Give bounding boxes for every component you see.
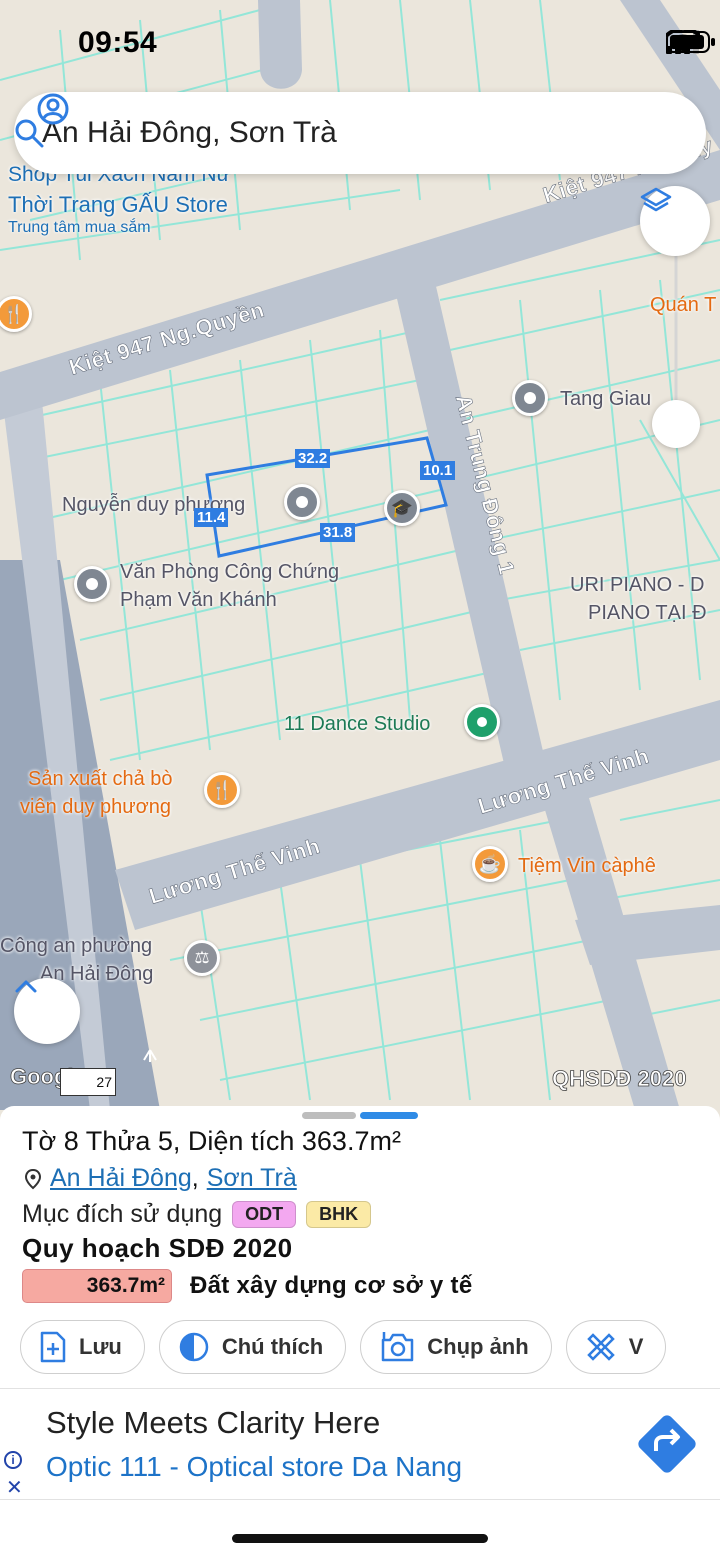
measure-label: V: [628, 1334, 644, 1359]
legend-button[interactable]: Chú thích: [158, 1320, 347, 1374]
poi-tiem-vin[interactable]: Tiệm Vin càphê: [518, 855, 656, 878]
location-pin-icon: [24, 1168, 42, 1189]
school-pin-icon[interactable]: 🎓: [384, 490, 420, 526]
poi-cong-an-line1[interactable]: Công an phường: [0, 935, 152, 958]
ad-title[interactable]: Style Meets Clarity Here: [46, 1405, 380, 1441]
location-separator: ,: [191, 1164, 199, 1192]
poi-shop-subtitle: Trung tâm mua sắm: [8, 219, 151, 236]
poi-tang-giau[interactable]: Tang Giau: [560, 388, 651, 411]
landuse-area: 363.7m²: [22, 1269, 172, 1303]
sheet-handle-right[interactable]: [360, 1112, 418, 1119]
search-text[interactable]: An Hải Đông, Sơn Trà: [42, 116, 337, 150]
search-bar[interactable]: An Hải Đông, Sơn Trà: [14, 92, 706, 174]
landuse-row: 363.7m² Đất xây dựng cơ sở y tế: [22, 1269, 473, 1303]
zoom-slider-handle[interactable]: [652, 400, 700, 448]
dance-studio-pin-icon[interactable]: [464, 704, 500, 740]
map-view[interactable]: 09:54 Shop Túi Xách Nam Nữ Thời Trang GẤ…: [0, 0, 720, 1110]
scale-indicator: 27: [60, 1068, 116, 1096]
ad-close-icon[interactable]: ✕: [6, 1475, 23, 1500]
ad-info-icon[interactable]: i: [4, 1451, 22, 1469]
layer-attribution: QHSDĐ 2020: [552, 1066, 687, 1092]
nguyen-duy-phuong-pin-icon[interactable]: [284, 484, 320, 520]
dimension-left: 11.4: [194, 508, 229, 527]
screenshot-button[interactable]: Chụp ảnh: [360, 1320, 552, 1374]
action-bar: Lưu Chú thích Chụp ảnh V: [20, 1320, 667, 1374]
poi-shop-line2[interactable]: Thời Trang GẤU Store: [8, 192, 228, 218]
plan-title: Quy hoạch SDĐ 2020: [22, 1233, 293, 1263]
layers-icon: [640, 187, 672, 212]
district-link[interactable]: Sơn Trà: [207, 1164, 297, 1193]
screenshot-label: Chụp ảnh: [427, 1334, 529, 1359]
search-icon[interactable]: [14, 118, 44, 148]
san-xuat-restaurant-pin-icon[interactable]: 🍴: [204, 772, 240, 808]
battery-icon: [666, 31, 715, 53]
save-button[interactable]: Lưu: [20, 1320, 145, 1374]
chevron-up-icon: [15, 980, 37, 993]
poi-dance-studio[interactable]: 11 Dance Studio: [284, 713, 430, 736]
cafe-pin-icon[interactable]: ☕: [472, 846, 508, 882]
directions-icon[interactable]: [634, 1411, 700, 1477]
measure-button[interactable]: V: [565, 1320, 667, 1374]
ruler-pencil-icon: [586, 1333, 615, 1361]
expand-button[interactable]: [14, 978, 80, 1044]
ad-subtitle[interactable]: Optic 111 - Optical store Da Nang: [46, 1451, 462, 1483]
parcel-info-sheet[interactable]: Tờ 8 Thửa 5, Diện tích 363.7m² An Hải Đô…: [0, 1106, 720, 1557]
poi-san-xuat-line1[interactable]: Sản xuất chả bò: [28, 768, 173, 791]
home-indicator[interactable]: [232, 1534, 488, 1543]
landuse-description: Đất xây dựng cơ sở y tế: [190, 1272, 473, 1299]
purpose-label: Mục đích sử dụng: [22, 1200, 223, 1228]
layers-button[interactable]: [640, 186, 710, 256]
half-circle-icon: [179, 1332, 209, 1362]
parcel-location: An Hải Đông, Sơn Trà: [24, 1164, 297, 1193]
van-phong-pin-icon[interactable]: [74, 566, 110, 602]
add-file-icon: [40, 1331, 66, 1363]
tang-giau-pin-icon[interactable]: [512, 380, 548, 416]
poi-san-xuat-line2[interactable]: viên duy phương: [20, 796, 171, 819]
tag-odt[interactable]: ODT: [232, 1201, 297, 1228]
status-time: 09:54: [78, 26, 158, 59]
police-pin-icon[interactable]: ⚖: [184, 940, 220, 976]
parcel-title: Tờ 8 Thửa 5, Diện tích 363.7m²: [22, 1126, 401, 1156]
dimension-bottom: 31.8: [320, 523, 356, 542]
land-purpose: Mục đích sử dụng ODT BHK: [22, 1200, 372, 1229]
save-label: Lưu: [79, 1334, 122, 1359]
dimension-top: 32.2: [295, 449, 331, 468]
camera-icon: [382, 1332, 414, 1362]
poi-van-phong-line1[interactable]: Văn Phòng Công Chứng: [120, 561, 339, 584]
ad-banner[interactable]: i ✕ Style Meets Clarity Here Optic 111 -…: [0, 1388, 720, 1500]
poi-uri-line2[interactable]: PIANO TẠI Đ: [588, 602, 707, 625]
poi-quan[interactable]: Quán T: [650, 294, 716, 317]
ward-link[interactable]: An Hải Đông: [50, 1164, 192, 1193]
poi-uri-line1[interactable]: URI PIANO - D: [570, 574, 704, 597]
tag-bhk[interactable]: BHK: [306, 1201, 372, 1228]
legend-label: Chú thích: [221, 1334, 324, 1359]
sheet-handle-left[interactable]: [302, 1112, 356, 1119]
dimension-right: 10.1: [420, 461, 456, 480]
poi-van-phong-line2[interactable]: Phạm Văn Khánh: [120, 589, 277, 612]
